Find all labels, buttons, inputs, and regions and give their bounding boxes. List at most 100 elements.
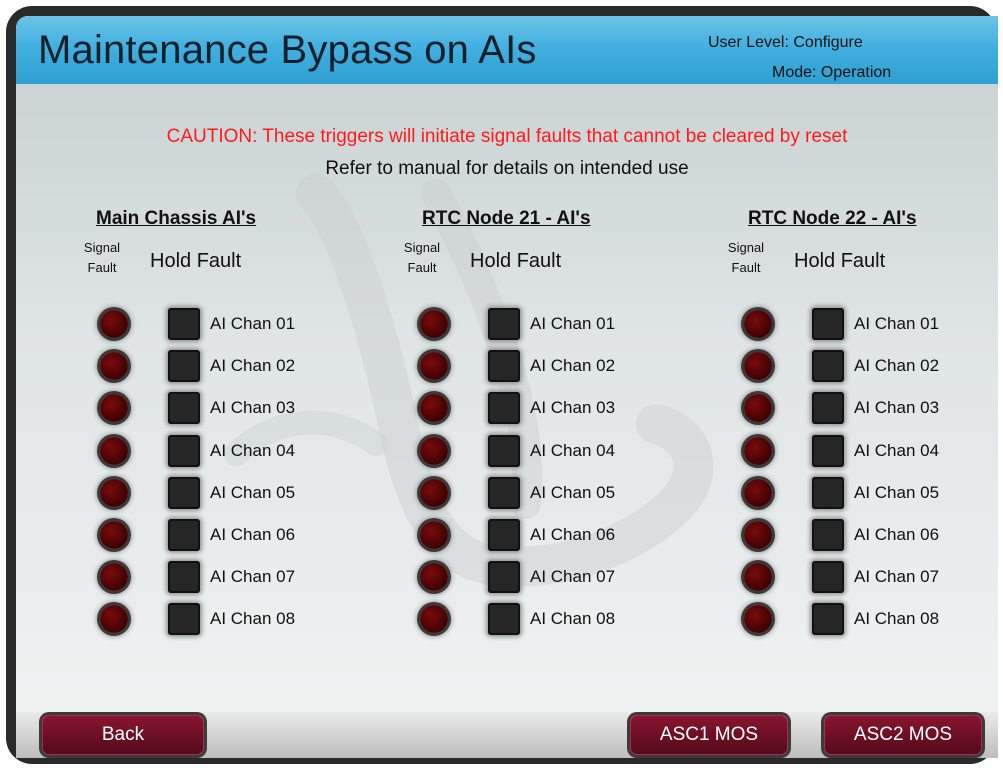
hmi-screen: Maintenance Bypass on AIs User Level: Co… xyxy=(16,16,998,758)
channel-label: AI Chan 08 xyxy=(854,609,940,628)
hold-fault-button[interactable] xyxy=(488,561,520,593)
channel-label: AI Chan 03 xyxy=(210,398,296,417)
signal-fault-indicator xyxy=(420,605,448,633)
hold-fault-button[interactable] xyxy=(812,350,844,382)
channel-label: AI Chan 02 xyxy=(530,356,616,375)
hold-fault-button[interactable] xyxy=(168,350,200,382)
channel-row: AI Chan 04 xyxy=(722,433,998,469)
channel-label: AI Chan 01 xyxy=(530,314,616,333)
channel-label: AI Chan 04 xyxy=(530,441,616,460)
hold-fault-header: Hold Fault xyxy=(150,250,242,272)
signal-fault-indicator xyxy=(744,352,772,380)
channel-label: AI Chan 02 xyxy=(854,356,940,375)
signal-fault-indicator xyxy=(420,521,448,549)
hold-fault-button[interactable] xyxy=(488,519,520,551)
channel-label: AI Chan 04 xyxy=(210,441,296,460)
signal-fault-indicator xyxy=(420,352,448,380)
hold-fault-button[interactable] xyxy=(812,435,844,467)
channel-label: AI Chan 06 xyxy=(854,525,940,544)
channel-row: AI Chan 08 xyxy=(722,601,998,637)
channel-label: AI Chan 05 xyxy=(854,483,940,502)
channel-row: AI Chan 04 xyxy=(398,433,698,469)
signal-fault-indicator xyxy=(420,563,448,591)
column-title: Main Chassis AI's xyxy=(96,208,257,229)
signal-fault-indicator xyxy=(744,605,772,633)
channel-row: AI Chan 07 xyxy=(722,559,998,595)
channel-row: AI Chan 05 xyxy=(78,475,378,511)
channel-row: AI Chan 02 xyxy=(722,348,998,384)
channel-row: AI Chan 04 xyxy=(78,433,378,469)
channel-row: AI Chan 01 xyxy=(722,306,998,342)
hold-fault-button[interactable] xyxy=(168,561,200,593)
signal-fault-indicator xyxy=(744,479,772,507)
channel-row: AI Chan 05 xyxy=(398,475,698,511)
hold-fault-button[interactable] xyxy=(812,519,844,551)
hold-fault-button[interactable] xyxy=(168,603,200,635)
signal-fault-indicator xyxy=(100,352,128,380)
hold-fault-button[interactable] xyxy=(168,519,200,551)
channel-label: AI Chan 08 xyxy=(210,609,296,628)
channel-label: AI Chan 06 xyxy=(210,525,296,544)
channel-label: AI Chan 03 xyxy=(530,398,616,417)
hold-fault-button[interactable] xyxy=(812,308,844,340)
asc1-mos-button[interactable]: ASC1 MOS xyxy=(630,715,788,755)
asc2-mos-button[interactable]: ASC2 MOS xyxy=(824,715,982,755)
hold-fault-button[interactable] xyxy=(488,435,520,467)
page-title: Maintenance Bypass on AIs xyxy=(38,28,537,72)
channel-row: AI Chan 08 xyxy=(78,601,378,637)
signal-fault-indicator xyxy=(744,437,772,465)
signal-fault-indicator xyxy=(744,521,772,549)
hold-fault-button[interactable] xyxy=(168,308,200,340)
channel-row: AI Chan 08 xyxy=(398,601,698,637)
channel-label: AI Chan 04 xyxy=(854,441,940,460)
channel-column: Main Chassis AI's Signal Fault Hold Fault A… xyxy=(78,84,378,635)
signal-fault-indicator xyxy=(420,310,448,338)
channel-label: AI Chan 02 xyxy=(210,356,296,375)
hold-fault-button[interactable] xyxy=(488,477,520,509)
hold-fault-button[interactable] xyxy=(168,435,200,467)
channel-row: AI Chan 01 xyxy=(78,306,378,342)
hold-fault-button[interactable] xyxy=(168,477,200,509)
hold-fault-button[interactable] xyxy=(812,603,844,635)
hold-fault-button[interactable] xyxy=(812,561,844,593)
signal-fault-indicator xyxy=(100,394,128,422)
channel-row: AI Chan 02 xyxy=(398,348,698,384)
channel-row: AI Chan 03 xyxy=(398,390,698,426)
signal-fault-header: Signal Fault xyxy=(403,240,441,275)
hold-fault-button[interactable] xyxy=(488,308,520,340)
signal-fault-indicator xyxy=(100,605,128,633)
signal-fault-header: Signal Fault xyxy=(727,240,765,275)
hold-fault-button[interactable] xyxy=(812,392,844,424)
signal-fault-header: Signal Fault xyxy=(83,240,121,275)
header-bar: Maintenance Bypass on AIs User Level: Co… xyxy=(16,16,998,84)
channel-column: RTC Node 21 - AI's Signal Fault Hold Fault… xyxy=(398,84,698,635)
signal-fault-indicator xyxy=(100,563,128,591)
hold-fault-button[interactable] xyxy=(168,392,200,424)
channel-label: AI Chan 07 xyxy=(210,567,296,586)
hold-fault-button[interactable] xyxy=(488,392,520,424)
hold-fault-button[interactable] xyxy=(488,350,520,382)
signal-fault-indicator xyxy=(420,479,448,507)
channel-label: AI Chan 07 xyxy=(530,567,616,586)
column-title: RTC Node 21 - AI's xyxy=(422,208,591,229)
channel-label: AI Chan 05 xyxy=(210,483,296,502)
channel-label: AI Chan 01 xyxy=(210,314,296,333)
signal-fault-indicator xyxy=(100,310,128,338)
channel-row: AI Chan 06 xyxy=(398,517,698,553)
signal-fault-indicator xyxy=(744,563,772,591)
channel-label: AI Chan 03 xyxy=(854,398,940,417)
channel-label: AI Chan 07 xyxy=(854,567,940,586)
signal-fault-indicator xyxy=(100,437,128,465)
back-button[interactable]: Back xyxy=(42,715,204,755)
hold-fault-button[interactable] xyxy=(488,603,520,635)
hold-fault-header: Hold Fault xyxy=(794,250,886,272)
signal-fault-indicator xyxy=(744,310,772,338)
mode-text: Mode: Operation xyxy=(772,64,892,81)
hold-fault-button[interactable] xyxy=(812,477,844,509)
signal-fault-indicator xyxy=(420,437,448,465)
channel-row: AI Chan 03 xyxy=(78,390,378,426)
channel-row: AI Chan 05 xyxy=(722,475,998,511)
channel-row: AI Chan 07 xyxy=(78,559,378,595)
channel-label: AI Chan 08 xyxy=(530,609,616,628)
signal-fault-indicator xyxy=(100,521,128,549)
